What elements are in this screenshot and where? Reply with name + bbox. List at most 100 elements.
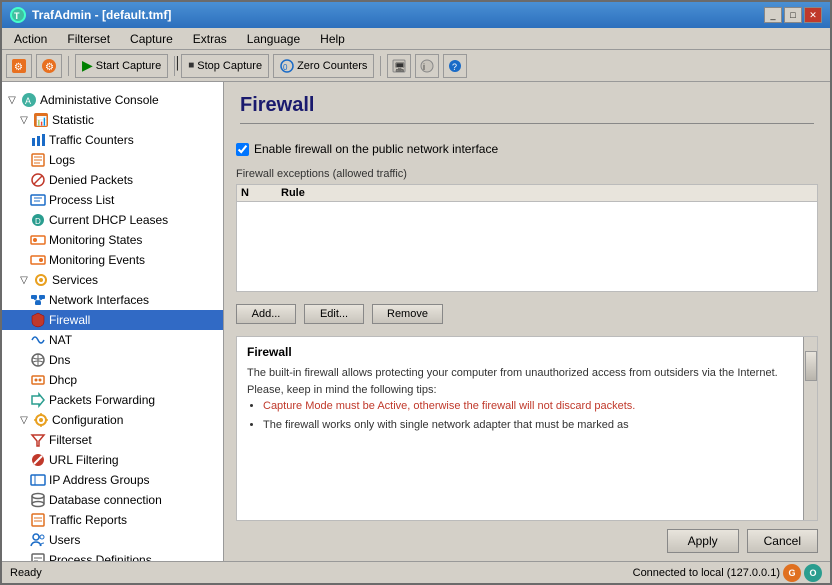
main-content: ▽ A Administative Console ▽ 📊 Statistic … — [2, 82, 830, 561]
sidebar-item-configuration[interactable]: ▽ Configuration — [2, 410, 223, 430]
logs-icon — [30, 152, 46, 168]
menu-filterset[interactable]: Filterset — [59, 30, 118, 48]
col-header-n: N — [241, 187, 281, 199]
sidebar-item-logs-label: Logs — [49, 153, 75, 167]
firewall-icon — [30, 312, 46, 328]
info-para-1: The built-in firewall allows protecting … — [247, 365, 807, 398]
svg-text:0: 0 — [283, 63, 288, 72]
sidebar-item-admin-console[interactable]: ▽ A Administative Console — [2, 90, 223, 110]
zero-counters-button[interactable]: 0 Zero Counters — [273, 54, 374, 78]
sidebar-item-dns[interactable]: Dns — [2, 350, 223, 370]
stop-icon: ■ — [188, 60, 194, 71]
sidebar-item-denied-packets[interactable]: Denied Packets — [2, 170, 223, 190]
sidebar-item-traffic-reports[interactable]: Traffic Reports — [2, 510, 223, 530]
denied-packets-icon — [30, 172, 46, 188]
sidebar-item-process-definitions[interactable]: Process Definitions — [2, 550, 223, 561]
edit-button[interactable]: Edit... — [304, 304, 364, 324]
menu-capture[interactable]: Capture — [122, 30, 181, 48]
sidebar-item-filterset-label: Filterset — [49, 433, 92, 447]
remove-button[interactable]: Remove — [372, 304, 443, 324]
exceptions-container: Firewall exceptions (allowed traffic) N … — [236, 168, 818, 292]
services-icon — [33, 272, 49, 288]
url-filtering-icon — [30, 452, 46, 468]
sidebar-item-firewall[interactable]: Firewall — [2, 310, 223, 330]
svg-text:T: T — [14, 11, 20, 21]
panel-title: Firewall — [240, 94, 814, 124]
sidebar-item-process-list[interactable]: Process List — [2, 190, 223, 210]
database-connection-icon — [30, 492, 46, 508]
toolbar-sep-3 — [380, 56, 381, 76]
svg-text:i: i — [423, 62, 425, 72]
sidebar-item-packets-forwarding[interactable]: Packets Forwarding — [2, 390, 223, 410]
toolbar-icon-btn-1[interactable]: ⚙ — [6, 54, 32, 78]
config-expand-icon: ▽ — [18, 414, 30, 426]
dhcp-icon: D — [30, 212, 46, 228]
sidebar-item-database-connection[interactable]: Database connection — [2, 490, 223, 510]
sidebar-item-url-filtering-label: URL Filtering — [49, 453, 119, 467]
connection-icon-orange: G — [783, 564, 801, 582]
sidebar-item-nat[interactable]: NAT — [2, 330, 223, 350]
right-panel: Firewall Enable firewall on the public n… — [224, 82, 830, 561]
menu-language[interactable]: Language — [239, 30, 308, 48]
sidebar-item-current-dhcp[interactable]: D Current DHCP Leases — [2, 210, 223, 230]
apply-button[interactable]: Apply — [667, 529, 739, 553]
process-list-icon — [30, 192, 46, 208]
toolbar-icon-btn-4[interactable]: i — [415, 54, 439, 78]
enable-firewall-label[interactable]: Enable firewall on the public network in… — [254, 142, 498, 156]
sidebar-item-users[interactable]: Users — [2, 530, 223, 550]
col-header-rule: Rule — [281, 187, 813, 199]
sidebar-item-dhcp[interactable]: Dhcp — [2, 370, 223, 390]
start-capture-button[interactable]: ▶ Start Capture — [75, 54, 168, 78]
close-button[interactable]: ✕ — [804, 7, 822, 23]
sidebar-item-process-list-label: Process List — [49, 193, 114, 207]
add-button[interactable]: Add... — [236, 304, 296, 324]
sidebar-item-services[interactable]: ▽ Services — [2, 270, 223, 290]
statistic-icon: 📊 — [33, 112, 49, 128]
enable-firewall-checkbox[interactable] — [236, 143, 249, 156]
sidebar: ▽ A Administative Console ▽ 📊 Statistic … — [2, 82, 224, 561]
svg-text:📊: 📊 — [36, 115, 47, 126]
sidebar-item-monitoring-events[interactable]: Monitoring Events — [2, 250, 223, 270]
traffic-counters-icon — [30, 132, 46, 148]
minimize-button[interactable]: _ — [764, 7, 782, 23]
menu-help[interactable]: Help — [312, 30, 353, 48]
connection-badge: Connected to local (127.0.0.1) G O — [633, 564, 822, 582]
btn-row: Add... Edit... Remove — [236, 300, 818, 328]
toolbar-icon-btn-3[interactable]: 🖥 — [387, 54, 411, 78]
info-scrollbar[interactable] — [803, 337, 817, 520]
scrollbar-thumb — [805, 351, 817, 381]
menu-action[interactable]: Action — [6, 30, 55, 48]
network-interfaces-icon — [30, 292, 46, 308]
users-icon — [30, 532, 46, 548]
status-connection: Connected to local (127.0.0.1) — [633, 567, 780, 579]
sidebar-item-ip-address-groups[interactable]: IP Address Groups — [2, 470, 223, 490]
sidebar-item-logs[interactable]: Logs — [2, 150, 223, 170]
expand-icon: ▽ — [6, 94, 18, 106]
stop-capture-button[interactable]: ■ Stop Capture — [181, 54, 269, 78]
toolbar: ⚙ ⚙ ▶ Start Capture │ ■ Stop Capture 0 Z… — [2, 50, 830, 82]
info-text: The built-in firewall allows protecting … — [247, 365, 807, 433]
sidebar-item-statistic-label: Statistic — [52, 113, 94, 127]
sidebar-item-statistic[interactable]: ▽ 📊 Statistic — [2, 110, 223, 130]
sidebar-item-monitoring-states[interactable]: Monitoring States — [2, 230, 223, 250]
sidebar-item-url-filtering[interactable]: URL Filtering — [2, 450, 223, 470]
info-bullets: Capture Mode must be Active, otherwise t… — [247, 398, 807, 433]
sidebar-item-denied-packets-label: Denied Packets — [49, 173, 133, 187]
toolbar-sep-1 — [68, 56, 69, 76]
sidebar-item-network-interfaces[interactable]: Network Interfaces — [2, 290, 223, 310]
menu-extras[interactable]: Extras — [185, 30, 235, 48]
stop-capture-label: Stop Capture — [197, 60, 262, 72]
toolbar-help-button[interactable]: ? — [443, 54, 467, 78]
toolbar-icon-btn-2[interactable]: ⚙ — [36, 54, 62, 78]
toolbar-sep-2: │ — [174, 56, 175, 76]
info-bullet-2: The firewall works only with single netw… — [263, 417, 807, 434]
svg-text:⚙: ⚙ — [45, 62, 54, 73]
sidebar-item-dhcp-label: Dhcp — [49, 373, 77, 387]
window-title: TrafAdmin - [default.tmf] — [32, 8, 171, 22]
config-icon — [33, 412, 49, 428]
cancel-button[interactable]: Cancel — [747, 529, 818, 553]
sidebar-item-dns-label: Dns — [49, 353, 70, 367]
sidebar-item-traffic-counters[interactable]: Traffic Counters — [2, 130, 223, 150]
sidebar-item-filterset[interactable]: Filterset — [2, 430, 223, 450]
maximize-button[interactable]: □ — [784, 7, 802, 23]
